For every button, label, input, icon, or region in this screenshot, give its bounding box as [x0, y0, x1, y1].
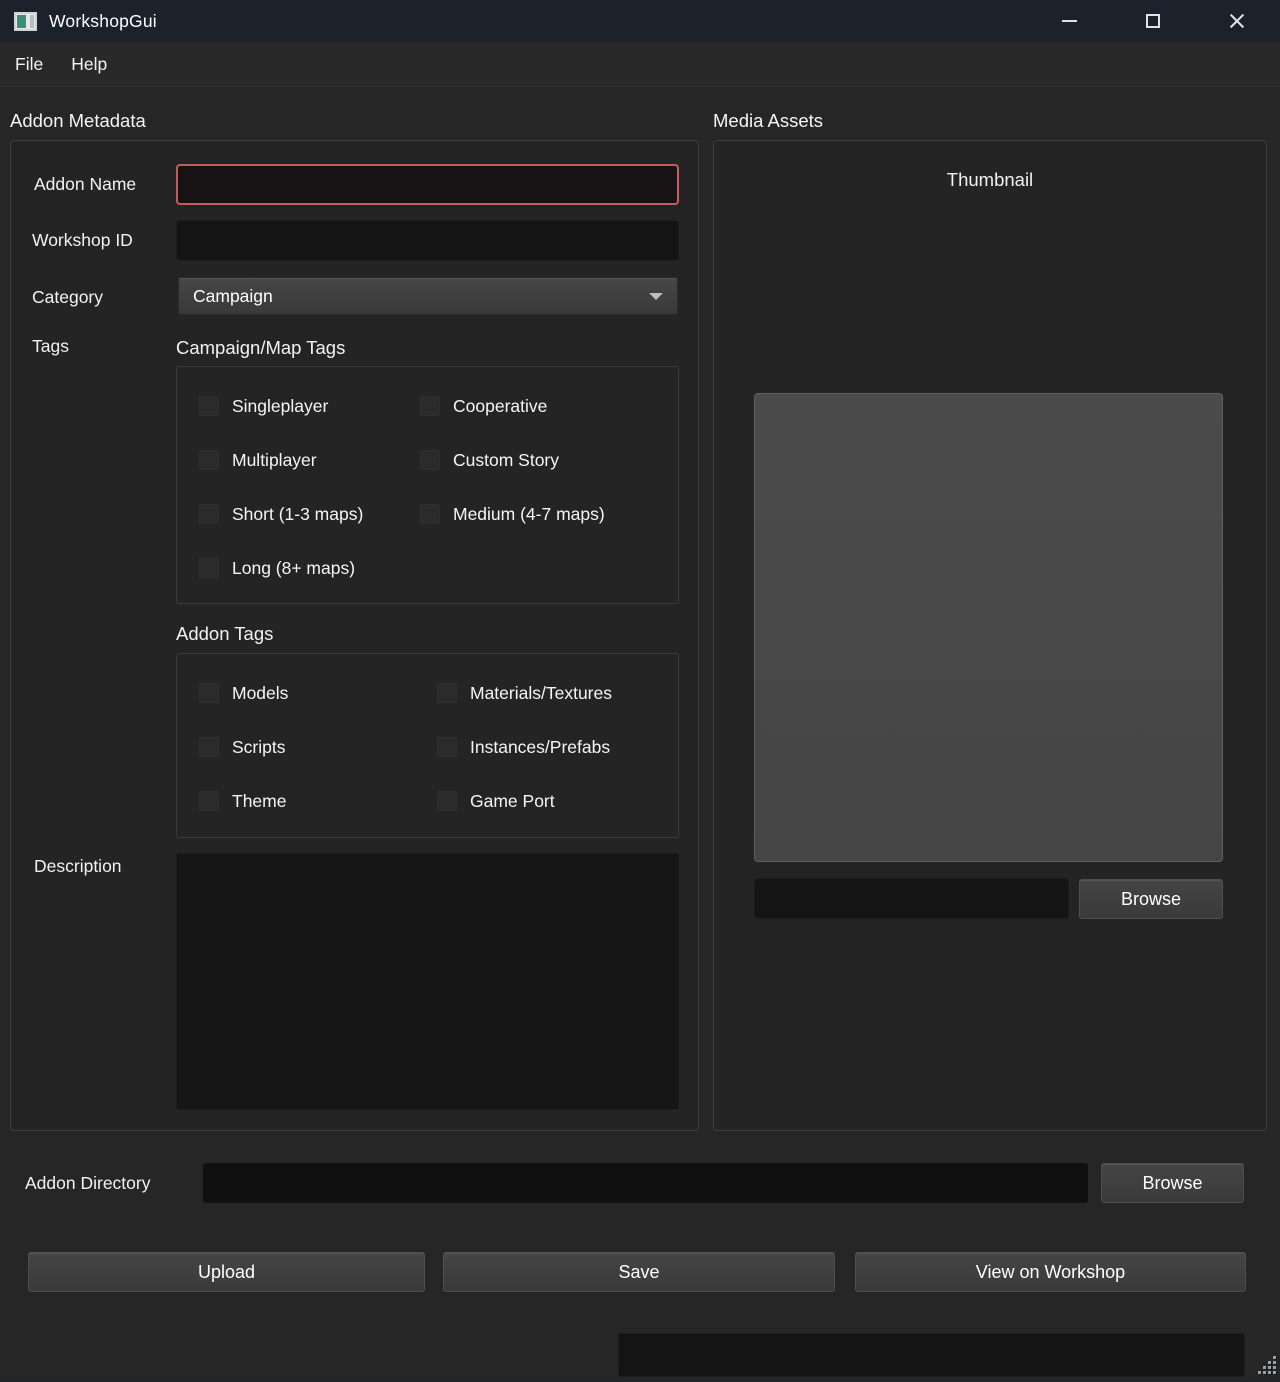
- addon-directory-input[interactable]: [202, 1162, 1089, 1204]
- checkbox-scripts[interactable]: [199, 737, 219, 757]
- campaign-map-tags-group: Singleplayer Cooperative Multiplayer Custom…: [176, 366, 679, 604]
- checkbox-label-theme: Theme: [232, 791, 286, 812]
- checkbox-materials-textures[interactable]: [437, 683, 457, 703]
- checkbox-game-port[interactable]: [437, 791, 457, 811]
- thumbnail-label: Thumbnail: [714, 169, 1266, 191]
- checkbox-label-medium-4-7-maps: Medium (4-7 maps): [453, 504, 605, 525]
- minimize-button[interactable]: [1041, 0, 1097, 42]
- checkbox-item-long-8-maps[interactable]: Long (8+ maps): [199, 557, 420, 579]
- window-title: WorkshopGui: [49, 11, 157, 32]
- chevron-down-icon: [649, 293, 663, 300]
- checkbox-label-long-8-maps: Long (8+ maps): [232, 558, 355, 579]
- maximize-icon: [1146, 14, 1160, 28]
- minimize-icon: [1062, 20, 1077, 22]
- description-textarea[interactable]: [176, 853, 679, 1110]
- checkbox-cooperative[interactable]: [420, 396, 440, 416]
- app-icon: [14, 12, 37, 31]
- resize-grip-icon[interactable]: [1255, 1353, 1277, 1375]
- tags-label: Tags: [32, 336, 69, 357]
- thumbnail-path-input[interactable]: [754, 878, 1069, 919]
- workshopgui-window: WorkshopGui File Help Addon Metadata Med…: [0, 0, 1280, 1382]
- addon-directory-browse-button[interactable]: Browse: [1101, 1163, 1244, 1203]
- checkbox-label-instances-prefabs: Instances/Prefabs: [470, 737, 610, 758]
- checkbox-label-cooperative: Cooperative: [453, 396, 547, 417]
- addon-name-input[interactable]: [176, 164, 679, 205]
- checkbox-label-singleplayer: Singleplayer: [232, 396, 328, 417]
- checkbox-label-game-port: Game Port: [470, 791, 555, 812]
- window-controls: [1041, 0, 1265, 42]
- checkbox-singleplayer[interactable]: [199, 396, 219, 416]
- checkbox-models[interactable]: [199, 683, 219, 703]
- checkbox-item-multiplayer[interactable]: Multiplayer: [199, 449, 420, 471]
- thumbnail-browse-button[interactable]: Browse: [1079, 879, 1223, 919]
- addon-tags-group: Models Materials/Textures Scripts Instances…: [176, 653, 679, 838]
- thumbnail-preview: [754, 393, 1223, 862]
- addon-tags-title: Addon Tags: [176, 623, 273, 645]
- addon-metadata-group: Addon Name Workshop ID Category Campaign…: [10, 140, 699, 1131]
- checkbox-instances-prefabs[interactable]: [437, 737, 457, 757]
- checkbox-item-scripts[interactable]: Scripts: [199, 736, 437, 758]
- menu-file[interactable]: File: [2, 46, 56, 83]
- save-button[interactable]: Save: [443, 1252, 835, 1292]
- media-assets-group: Thumbnail Browse: [713, 140, 1267, 1131]
- checkbox-label-scripts: Scripts: [232, 737, 285, 758]
- checkbox-medium-4-7-maps[interactable]: [420, 504, 440, 524]
- close-icon: [1229, 13, 1245, 29]
- checkbox-label-materials-textures: Materials/Textures: [470, 683, 612, 704]
- checkbox-label-models: Models: [232, 683, 288, 704]
- checkbox-multiplayer[interactable]: [199, 450, 219, 470]
- upload-button[interactable]: Upload: [28, 1252, 425, 1292]
- checkbox-item-game-port[interactable]: Game Port: [437, 790, 678, 812]
- status-field[interactable]: [618, 1333, 1245, 1377]
- workshop-id-input[interactable]: [176, 220, 679, 261]
- checkbox-custom-story[interactable]: [420, 450, 440, 470]
- workshop-id-label: Workshop ID: [32, 230, 133, 251]
- checkbox-item-materials-textures[interactable]: Materials/Textures: [437, 682, 678, 704]
- view-on-workshop-button[interactable]: View on Workshop: [855, 1252, 1246, 1292]
- checkbox-label-multiplayer: Multiplayer: [232, 450, 317, 471]
- checkbox-label-short-1-3-maps: Short (1-3 maps): [232, 504, 363, 525]
- checkbox-item-theme[interactable]: Theme: [199, 790, 437, 812]
- checkbox-item-singleplayer[interactable]: Singleplayer: [199, 395, 420, 417]
- category-selected-value: Campaign: [193, 286, 273, 307]
- checkbox-item-custom-story[interactable]: Custom Story: [420, 449, 678, 471]
- category-dropdown[interactable]: Campaign: [178, 277, 678, 315]
- maximize-button[interactable]: [1125, 0, 1181, 42]
- addon-directory-label: Addon Directory: [25, 1173, 150, 1194]
- menu-help[interactable]: Help: [58, 46, 120, 83]
- checkbox-long-8-maps[interactable]: [199, 558, 219, 578]
- media-assets-section-title: Media Assets: [713, 110, 823, 132]
- close-button[interactable]: [1209, 0, 1265, 42]
- menu-bar: File Help: [0, 42, 1280, 87]
- checkbox-label-custom-story: Custom Story: [453, 450, 559, 471]
- checkbox-item-models[interactable]: Models: [199, 682, 437, 704]
- description-label: Description: [34, 856, 122, 877]
- checkbox-theme[interactable]: [199, 791, 219, 811]
- addon-name-label: Addon Name: [34, 174, 136, 195]
- category-label: Category: [32, 287, 103, 308]
- checkbox-item-cooperative[interactable]: Cooperative: [420, 395, 678, 417]
- campaign-map-tags-title: Campaign/Map Tags: [176, 337, 345, 359]
- checkbox-item-medium-4-7-maps[interactable]: Medium (4-7 maps): [420, 503, 678, 525]
- checkbox-item-instances-prefabs[interactable]: Instances/Prefabs: [437, 736, 678, 758]
- checkbox-item-short-1-3-maps[interactable]: Short (1-3 maps): [199, 503, 420, 525]
- checkbox-short-1-3-maps[interactable]: [199, 504, 219, 524]
- addon-metadata-section-title: Addon Metadata: [10, 110, 146, 132]
- title-bar: WorkshopGui: [0, 0, 1280, 42]
